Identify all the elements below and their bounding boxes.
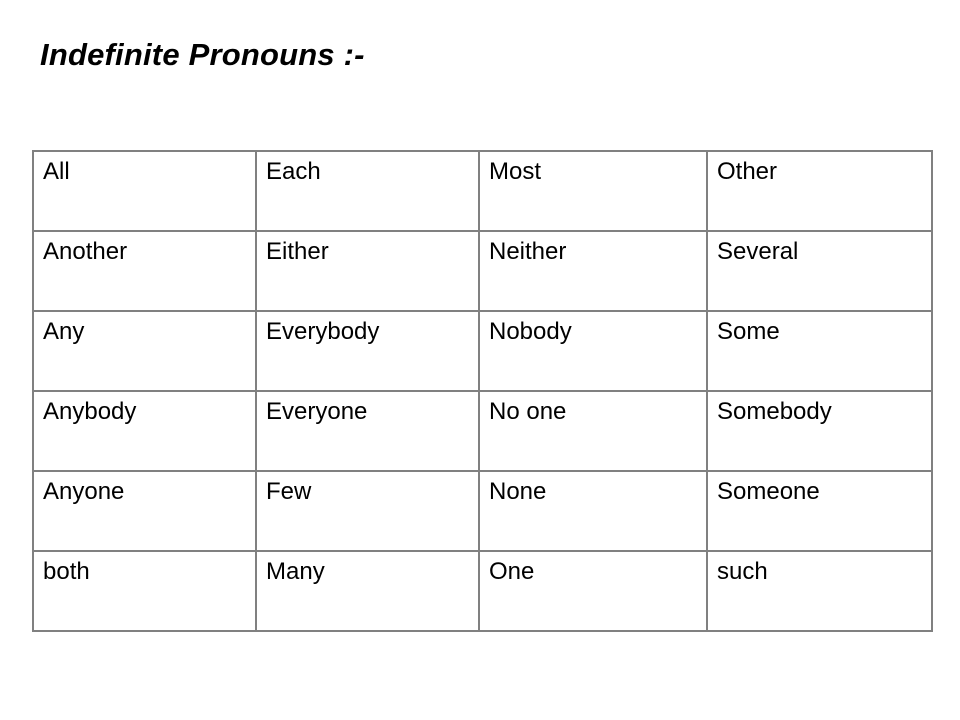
table-cell: Somebody <box>706 390 933 472</box>
table-row: All Each Most Other <box>32 150 933 232</box>
table-cell: Either <box>255 230 480 312</box>
table-cell: Anybody <box>32 390 257 472</box>
table-row: Any Everybody Nobody Some <box>32 310 933 392</box>
table-cell: Neither <box>478 230 708 312</box>
slide-canvas: Indefinite Pronouns :- All Each Most Oth… <box>0 0 960 720</box>
table-row: Anybody Everyone No one Somebody <box>32 390 933 472</box>
table-cell: Many <box>255 550 480 632</box>
table-cell: Most <box>478 150 708 232</box>
table-row: Another Either Neither Several <box>32 230 933 312</box>
table-cell: Everybody <box>255 310 480 392</box>
page-title: Indefinite Pronouns :- <box>40 37 365 72</box>
table-cell: Few <box>255 470 480 552</box>
table-cell: both <box>32 550 257 632</box>
table-cell: Nobody <box>478 310 708 392</box>
table-cell: All <box>32 150 257 232</box>
table-cell: Everyone <box>255 390 480 472</box>
table-cell: Another <box>32 230 257 312</box>
table-cell: Several <box>706 230 933 312</box>
table-cell: such <box>706 550 933 632</box>
table-row: Anyone Few None Someone <box>32 470 933 552</box>
indefinite-pronouns-table: All Each Most Other Another Either Neith… <box>32 150 933 632</box>
table-cell: Other <box>706 150 933 232</box>
table-cell: None <box>478 470 708 552</box>
table-cell: Anyone <box>32 470 257 552</box>
table-row: both Many One such <box>32 550 933 632</box>
table-cell: Any <box>32 310 257 392</box>
table-cell: One <box>478 550 708 632</box>
table-cell: Some <box>706 310 933 392</box>
table-cell: Someone <box>706 470 933 552</box>
indefinite-pronouns-table-container: All Each Most Other Another Either Neith… <box>32 150 933 632</box>
table-cell: Each <box>255 150 480 232</box>
table-cell: No one <box>478 390 708 472</box>
